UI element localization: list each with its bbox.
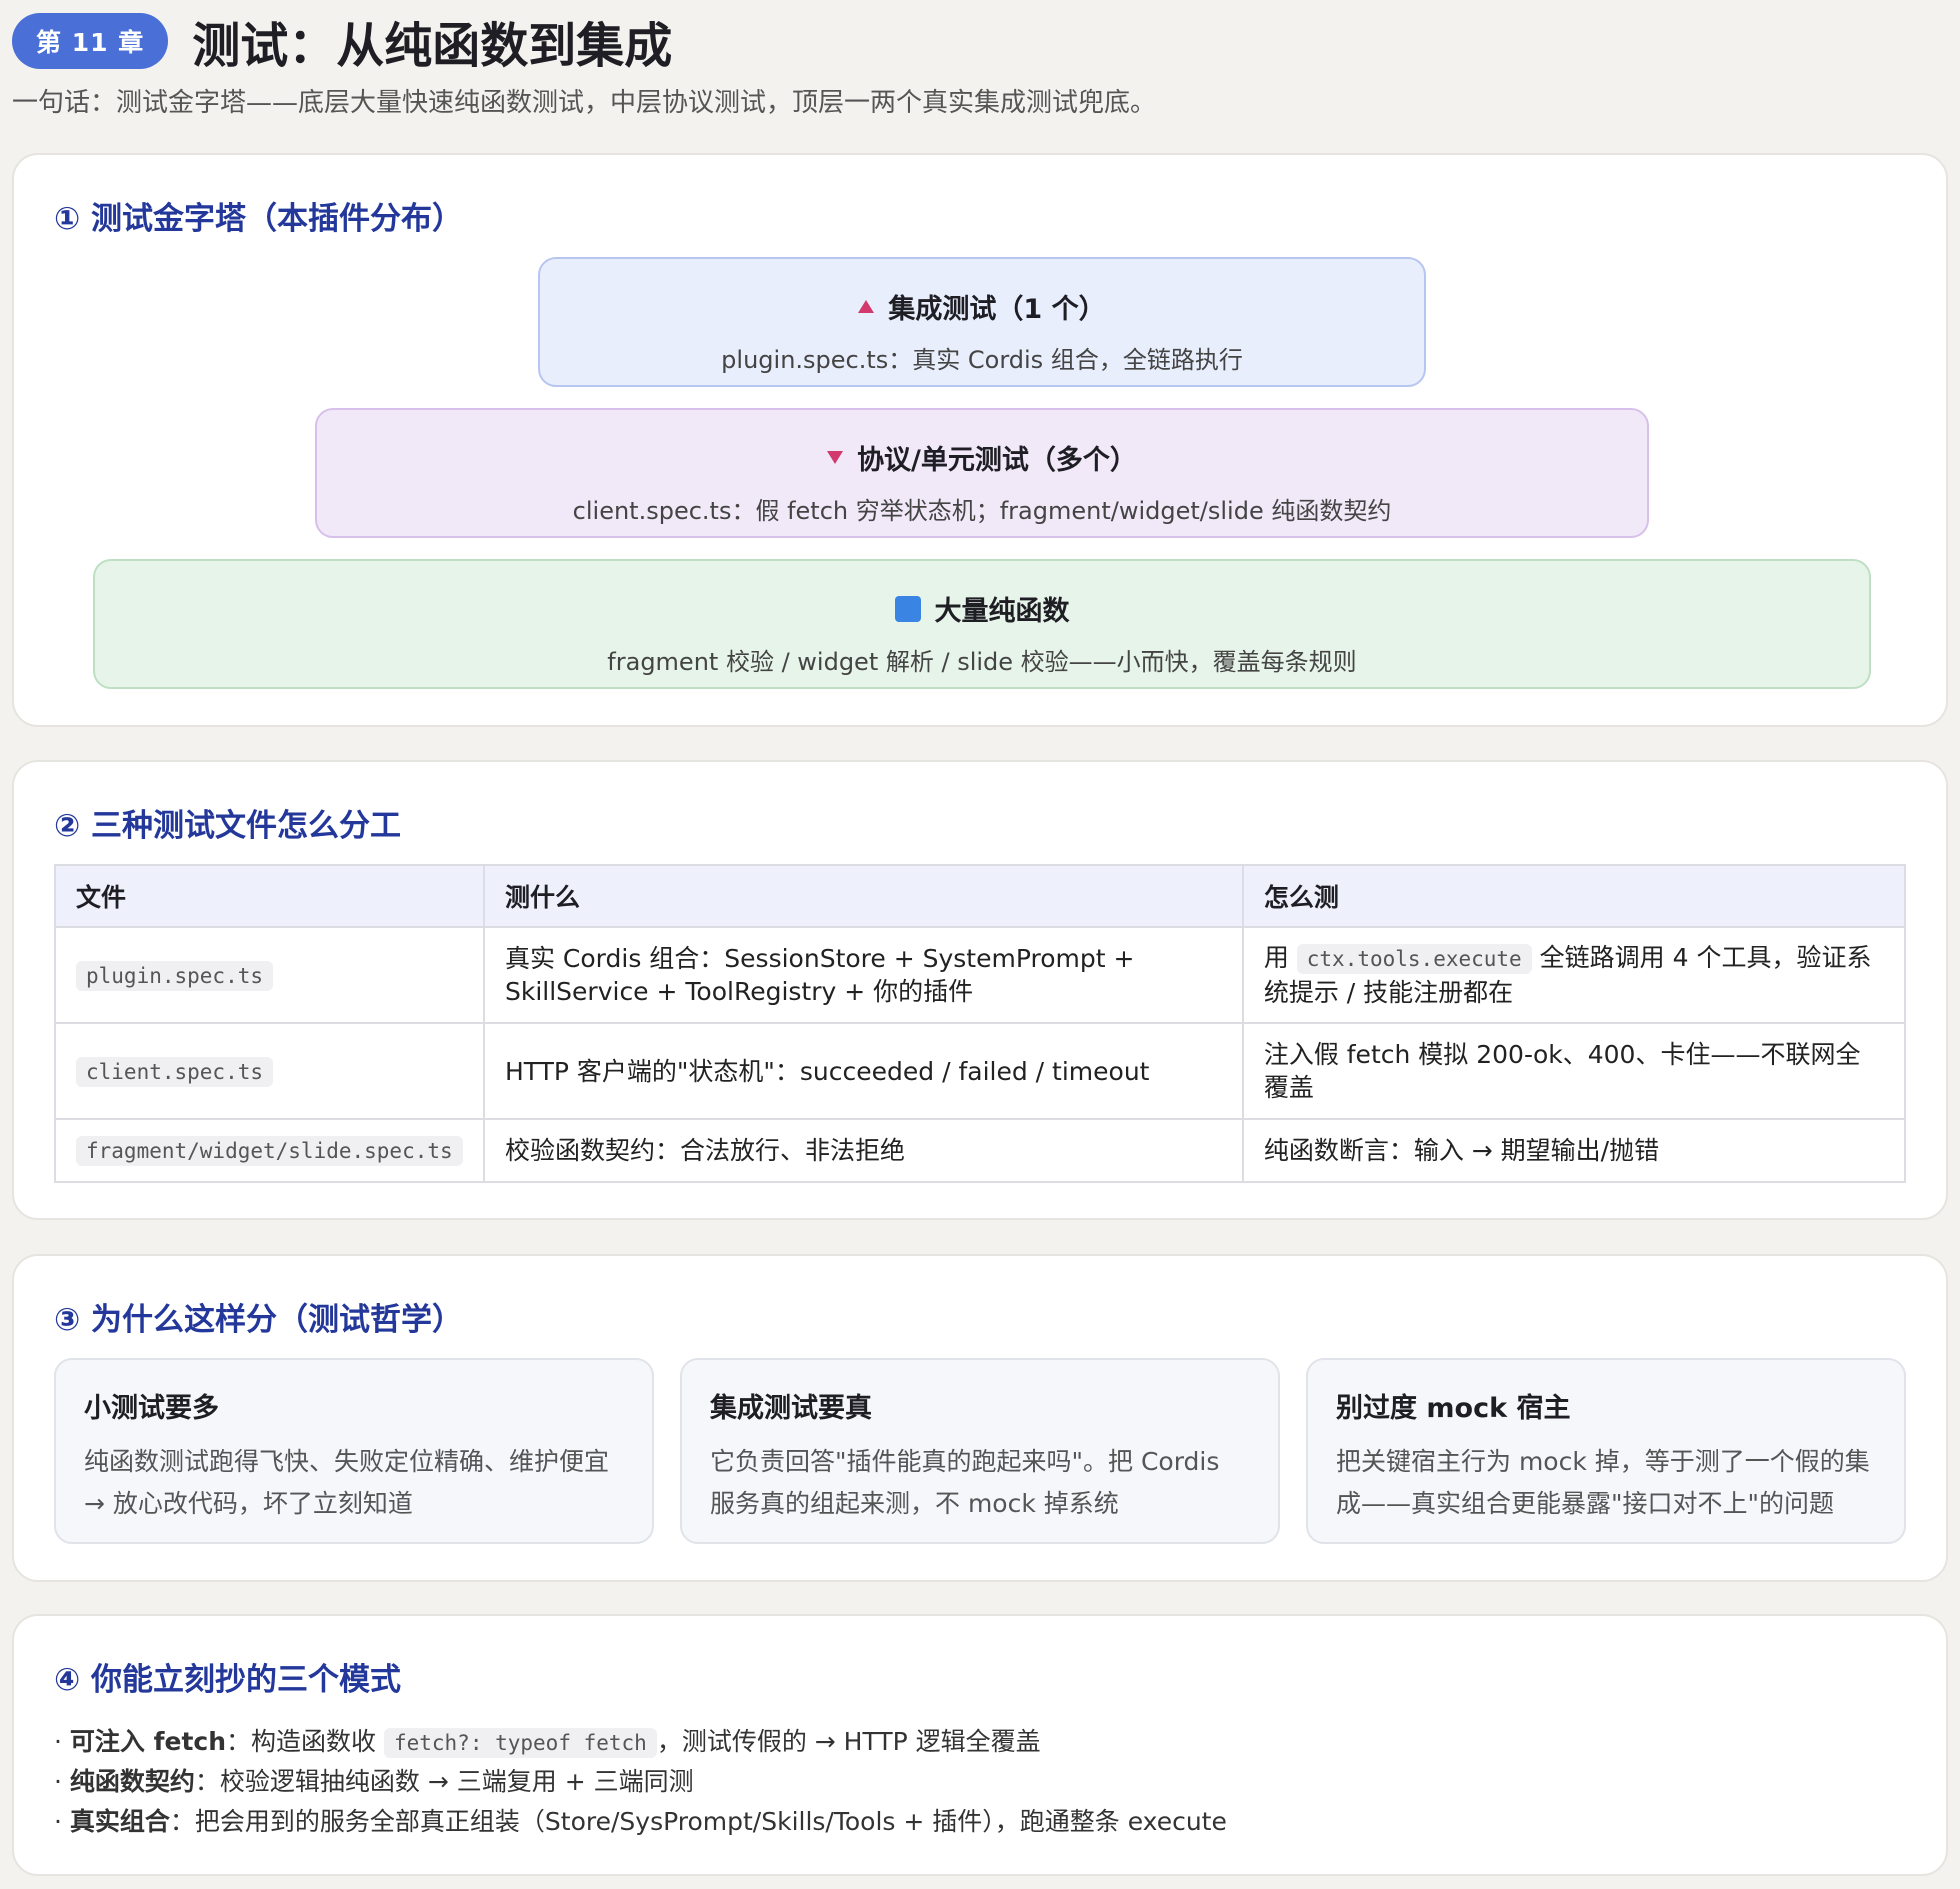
inline-code: ctx.tools.execute bbox=[1296, 944, 1532, 974]
pattern-item: · 可注入 fetch：构造函数收 fetch?: typeof fetch ，测… bbox=[54, 1727, 1041, 1758]
triangle-up-icon bbox=[858, 300, 875, 313]
header: 第 11 章 测试：从纯函数到集成 bbox=[12, 6, 672, 76]
column-header: 文件 bbox=[54, 864, 485, 928]
page: 第 11 章 测试：从纯函数到集成 一句话：测试金字塔——底层大量快速纯函数测试… bbox=[0, 0, 1960, 1889]
test-how: 纯函数断言：输入 → 期望输出/抛错 bbox=[1241, 1118, 1907, 1183]
test-what: 校验函数契约：合法放行、非法拒绝 bbox=[482, 1118, 1244, 1183]
pattern-label: 纯函数契约 bbox=[69, 1767, 195, 1796]
pyramid-section-title: ① 测试金字塔（本插件分布） bbox=[54, 201, 464, 237]
column-header: 测什么 bbox=[482, 864, 1244, 928]
layer-title: 协议/单元测试（多个） bbox=[857, 445, 1137, 476]
blue-square-icon bbox=[894, 595, 921, 622]
table-row: client.spec.ts HTTP 客户端的"状态机"：succeeded … bbox=[54, 1022, 1907, 1120]
philosophy-item: 小测试要多 纯函数测试跑得飞快、失败定位精确、维护便宜 → 放心改代码，坏了立刻… bbox=[54, 1358, 654, 1544]
layer-desc: client.spec.ts：假 fetch 穷举状态机；fragment/wi… bbox=[572, 497, 1392, 525]
column-header: 怎么测 bbox=[1241, 864, 1907, 928]
philosophy-card: ③ 为什么这样分（测试哲学） 小测试要多 纯函数测试跑得飞快、失败定位精确、维护… bbox=[12, 1254, 1948, 1582]
test-how: 用 ctx.tools.execute 全链路调用 4 个工具，验证系统提示 /… bbox=[1241, 926, 1907, 1024]
pyramid-card: ① 测试金字塔（本插件分布） 集成测试（1 个） plugin.spec.ts：… bbox=[12, 153, 1948, 727]
layer-title: 大量纯函数 bbox=[934, 596, 1070, 627]
pattern-item: · 纯函数契约：校验逻辑抽纯函数 → 三端复用 + 三端同测 bbox=[54, 1767, 694, 1796]
summary: 一句话：测试金字塔——底层大量快速纯函数测试，中层协议测试，顶层一两个真实集成测… bbox=[12, 88, 1157, 118]
philosophy-item-title: 别过度 mock 宿主 bbox=[1336, 1393, 1571, 1424]
file-name: plugin.spec.ts bbox=[76, 960, 274, 991]
philosophy-item: 别过度 mock 宿主 把关键宿主行为 mock 掉，等于测了一个假的集成——真… bbox=[1306, 1358, 1906, 1544]
philosophy-item: 集成测试要真 它负责回答"插件能真的跑起来吗"。把 Cordis 服务真的组起来… bbox=[680, 1358, 1280, 1544]
philosophy-item-text: 把关键宿主行为 mock 掉，等于测了一个假的集成——真实组合更能暴露"接口对不… bbox=[1336, 1447, 1870, 1518]
patterns-card: ④ 你能立刻抄的三个模式 · 可注入 fetch：构造函数收 fetch?: t… bbox=[12, 1614, 1948, 1876]
files-table: 文件 测什么 怎么测 plugin.spec.ts 真实 Cordis 组合：S… bbox=[54, 864, 1907, 1183]
file-name: fragment/widget/slide.spec.ts bbox=[76, 1136, 463, 1166]
files-card: ② 三种测试文件怎么分工 文件 测什么 怎么测 plugin.spec.ts 真… bbox=[12, 760, 1948, 1220]
pyramid-layer-integration: 集成测试（1 个） plugin.spec.ts：真实 Cordis 组合，全链… bbox=[538, 257, 1426, 387]
pattern-label: 真实组合 bbox=[69, 1807, 170, 1836]
table-row: plugin.spec.ts 真实 Cordis 组合：SessionStore… bbox=[54, 926, 1907, 1024]
triangle-down-icon bbox=[827, 451, 844, 464]
page-title: 测试：从纯函数到集成 bbox=[192, 18, 673, 74]
file-name: client.spec.ts bbox=[76, 1056, 274, 1087]
files-section-title: ② 三种测试文件怎么分工 bbox=[54, 808, 402, 844]
test-what: HTTP 客户端的"状态机"：succeeded / failed / time… bbox=[482, 1022, 1244, 1120]
table-header-row: 文件 测什么 怎么测 bbox=[54, 864, 1907, 928]
layer-title: 集成测试（1 个） bbox=[888, 294, 1106, 325]
table-row: fragment/widget/slide.spec.ts 校验函数契约：合法放… bbox=[54, 1118, 1907, 1183]
philosophy-item-text: 它负责回答"插件能真的跑起来吗"。把 Cordis 服务真的组起来测，不 moc… bbox=[710, 1447, 1220, 1518]
philosophy-section-title: ③ 为什么这样分（测试哲学） bbox=[54, 1302, 464, 1338]
pyramid-layer-protocol: 协议/单元测试（多个） client.spec.ts：假 fetch 穷举状态机… bbox=[315, 408, 1649, 538]
philosophy-item-text: 纯函数测试跑得飞快、失败定位精确、维护便宜 → 放心改代码，坏了立刻知道 bbox=[84, 1447, 610, 1518]
patterns-section-title: ④ 你能立刻抄的三个模式 bbox=[54, 1662, 402, 1698]
pattern-item: · 真实组合：把会用到的服务全部真正组装（Store/SysPrompt/Ski… bbox=[54, 1807, 1227, 1836]
test-how: 注入假 fetch 模拟 200-ok、400、卡住——不联网全覆盖 bbox=[1241, 1022, 1907, 1120]
pyramid-layer-pure-functions: 大量纯函数 fragment 校验 / widget 解析 / slide 校验… bbox=[93, 559, 1871, 689]
inline-code: fetch?: typeof fetch bbox=[383, 1728, 657, 1758]
chapter-badge: 第 11 章 bbox=[12, 13, 169, 69]
philosophy-item-title: 集成测试要真 bbox=[710, 1393, 872, 1424]
philosophy-item-title: 小测试要多 bbox=[84, 1393, 219, 1424]
layer-desc: plugin.spec.ts：真实 Cordis 组合，全链路执行 bbox=[721, 346, 1243, 374]
test-what: 真实 Cordis 组合：SessionStore + SystemPrompt… bbox=[482, 926, 1244, 1024]
pattern-label: 可注入 fetch bbox=[69, 1727, 227, 1756]
layer-desc: fragment 校验 / widget 解析 / slide 校验——小而快，… bbox=[607, 648, 1357, 676]
